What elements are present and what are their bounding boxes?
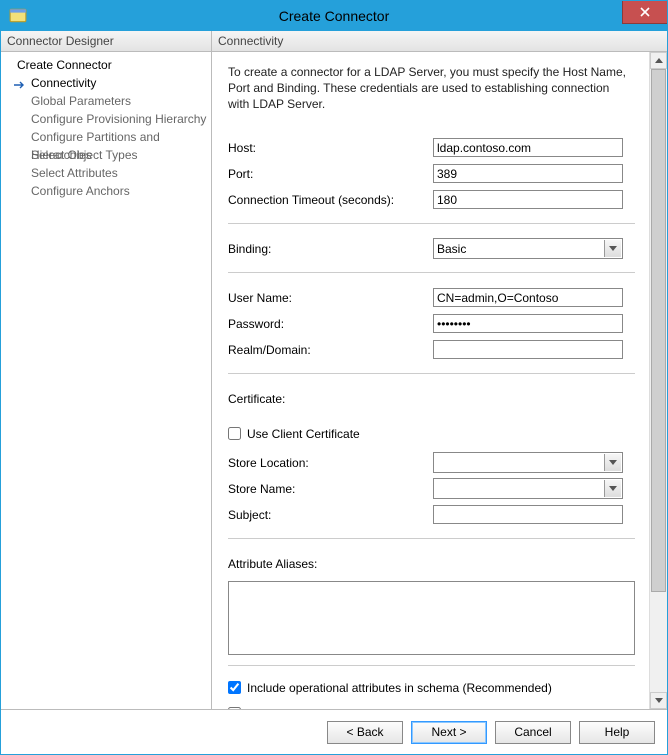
dialog-body: Connector Designer Create Connector Conn… <box>1 31 667 754</box>
nav-item-global-parameters[interactable]: Global Parameters <box>5 92 211 110</box>
row-aliases-header: Attribute Aliases: <box>228 551 639 577</box>
nav-item-partitions-hierarchies[interactable]: Configure Partitions and Hierarchies <box>5 128 211 146</box>
subject-input[interactable] <box>433 505 623 524</box>
main-content: To create a connector for a LDAP Server,… <box>212 52 649 709</box>
row-timeout: Connection Timeout (seconds): <box>228 187 639 213</box>
store-location-select[interactable] <box>433 452 623 473</box>
aliases-label: Attribute Aliases: <box>228 557 433 571</box>
close-button[interactable] <box>622 1 667 24</box>
back-button[interactable]: < Back <box>327 721 403 744</box>
subject-label: Subject: <box>228 508 433 522</box>
scroll-track[interactable] <box>650 69 667 692</box>
aliases-textarea[interactable] <box>228 581 635 655</box>
scroll-up-button[interactable] <box>650 52 667 69</box>
nav-item-connectivity[interactable]: Connectivity <box>5 74 211 92</box>
username-input[interactable] <box>433 288 623 307</box>
binding-value: Basic <box>437 242 466 256</box>
next-button[interactable]: Next > <box>411 721 487 744</box>
host-input[interactable] <box>433 138 623 157</box>
main-panel: Connectivity To create a connector for a… <box>212 31 667 709</box>
host-label: Host: <box>228 141 433 155</box>
app-icon <box>9 7 27 25</box>
binding-label: Binding: <box>228 242 433 256</box>
include-operational-label: Include operational attributes in schema… <box>247 681 552 695</box>
row-password: Password: <box>228 311 639 337</box>
scroll-thumb[interactable] <box>651 69 666 592</box>
window-title: Create Connector <box>1 8 667 24</box>
columns: Connector Designer Create Connector Conn… <box>1 31 667 710</box>
row-store-name: Store Name: <box>228 476 639 502</box>
store-location-label: Store Location: <box>228 456 433 470</box>
help-button[interactable]: Help <box>579 721 655 744</box>
certificate-label: Certificate: <box>228 392 433 406</box>
main-header: Connectivity <box>212 31 667 52</box>
use-client-cert-checkbox[interactable] <box>228 427 241 440</box>
chevron-down-icon <box>604 454 621 471</box>
nav-list: Create Connector Connectivity Global Par… <box>1 52 211 200</box>
row-realm: Realm/Domain: <box>228 337 639 363</box>
password-input[interactable] <box>433 314 623 333</box>
scroll-down-button[interactable] <box>650 692 667 709</box>
binding-select[interactable]: Basic <box>433 238 623 259</box>
port-input[interactable] <box>433 164 623 183</box>
port-label: Port: <box>228 167 433 181</box>
row-subject: Subject: <box>228 502 639 528</box>
row-certificate-header: Certificate: <box>228 386 639 412</box>
row-store-location: Store Location: <box>228 450 639 476</box>
timeout-label: Connection Timeout (seconds): <box>228 193 433 207</box>
sidebar: Connector Designer Create Connector Conn… <box>1 31 212 709</box>
nav-item-select-attributes[interactable]: Select Attributes <box>5 164 211 182</box>
nav-item-provisioning-hierarchy[interactable]: Configure Provisioning Hierarchy <box>5 110 211 128</box>
nav-item-object-types[interactable]: Select Object Types <box>5 146 211 164</box>
use-client-cert-label: Use Client Certificate <box>247 427 360 441</box>
store-name-select[interactable] <box>433 478 623 499</box>
nav-item-configure-anchors[interactable]: Configure Anchors <box>5 182 211 200</box>
row-include-extensible: Include extensible attributes in schema <box>228 704 639 709</box>
row-binding: Binding: Basic <box>228 236 639 262</box>
password-label: Password: <box>228 317 433 331</box>
row-include-operational: Include operational attributes in schema… <box>228 678 639 698</box>
chevron-down-icon <box>604 240 621 257</box>
footer: < Back Next > Cancel Help <box>1 710 667 754</box>
username-label: User Name: <box>228 291 433 305</box>
realm-label: Realm/Domain: <box>228 343 433 357</box>
include-extensible-label: Include extensible attributes in schema <box>247 707 454 709</box>
include-operational-checkbox[interactable] <box>228 681 241 694</box>
row-port: Port: <box>228 161 639 187</box>
nav-item-create-connector[interactable]: Create Connector <box>5 56 211 74</box>
realm-input[interactable] <box>433 340 623 359</box>
row-username: User Name: <box>228 285 639 311</box>
chevron-down-icon <box>604 480 621 497</box>
timeout-input[interactable] <box>433 190 623 209</box>
include-extensible-checkbox[interactable] <box>228 707 241 709</box>
store-name-label: Store Name: <box>228 482 433 496</box>
row-host: Host: <box>228 135 639 161</box>
row-use-client-cert: Use Client Certificate <box>228 424 639 444</box>
vertical-scrollbar[interactable] <box>649 52 667 709</box>
titlebar: Create Connector <box>1 1 667 31</box>
cancel-button[interactable]: Cancel <box>495 721 571 744</box>
sidebar-header: Connector Designer <box>1 31 211 52</box>
intro-text: To create a connector for a LDAP Server,… <box>228 64 628 113</box>
window: Create Connector Connector Designer Crea… <box>0 0 668 755</box>
